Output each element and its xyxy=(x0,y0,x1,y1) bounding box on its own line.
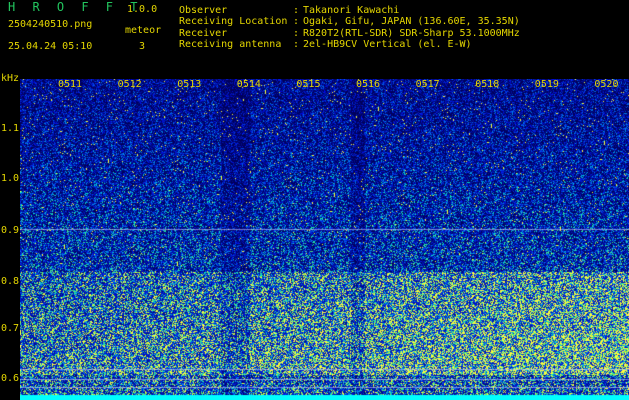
datetime: 25.04.24 05:10 xyxy=(8,41,93,52)
file-name: 2504240510.png xyxy=(8,19,93,30)
y-tick-label: 0.9 xyxy=(1,225,20,236)
receiver-value: R820T2(RTL-SDR) SDR-Sharp 53.1000MHz xyxy=(303,28,520,39)
x-tick-label: 0511 xyxy=(58,79,83,90)
y-tick-label: 1.1 xyxy=(1,123,20,134)
y-tick-label: 0.8 xyxy=(1,276,20,287)
x-tick-label: 0515 xyxy=(296,79,321,90)
meteor-label: meteor xyxy=(125,25,162,36)
antenna-label: Receiving antenna xyxy=(179,39,282,50)
y-unit-label: kHz xyxy=(1,73,20,84)
x-tick-label: 0512 xyxy=(117,79,142,90)
observer-colon: : xyxy=(293,5,300,16)
x-tick-label: 0513 xyxy=(177,79,202,90)
y-tick-label: 0.7 xyxy=(1,323,20,334)
location-colon: : xyxy=(293,16,300,27)
receiver-label: Receiver xyxy=(179,28,228,39)
x-tick-label: 0518 xyxy=(475,79,500,90)
location-label: Receiving Location xyxy=(179,16,288,27)
x-tick-label: 0519 xyxy=(534,79,559,90)
y-tick-label: 0.6 xyxy=(1,373,20,384)
spectrogram xyxy=(20,79,629,400)
antenna-colon: : xyxy=(293,39,300,50)
observer-label: Observer xyxy=(179,5,228,16)
app-version: 1.0.0 xyxy=(127,4,158,15)
location-value: Ogaki, Gifu, JAPAN (136.60E, 35.35N) xyxy=(303,16,520,27)
antenna-value: 2el-HB9CV Vertical (el. E-W) xyxy=(303,39,472,50)
x-tick-label: 0516 xyxy=(356,79,381,90)
x-tick-label: 0517 xyxy=(415,79,440,90)
x-tick-label: 0514 xyxy=(236,79,261,90)
app-name: H R O F F T xyxy=(8,0,143,14)
observer-value: Takanori Kawachi xyxy=(303,5,400,16)
y-tick-label: 1.0 xyxy=(1,173,20,184)
x-tick-label: 0520 xyxy=(594,79,619,90)
meteor-count: 3 xyxy=(139,41,146,52)
receiver-colon: : xyxy=(293,28,300,39)
